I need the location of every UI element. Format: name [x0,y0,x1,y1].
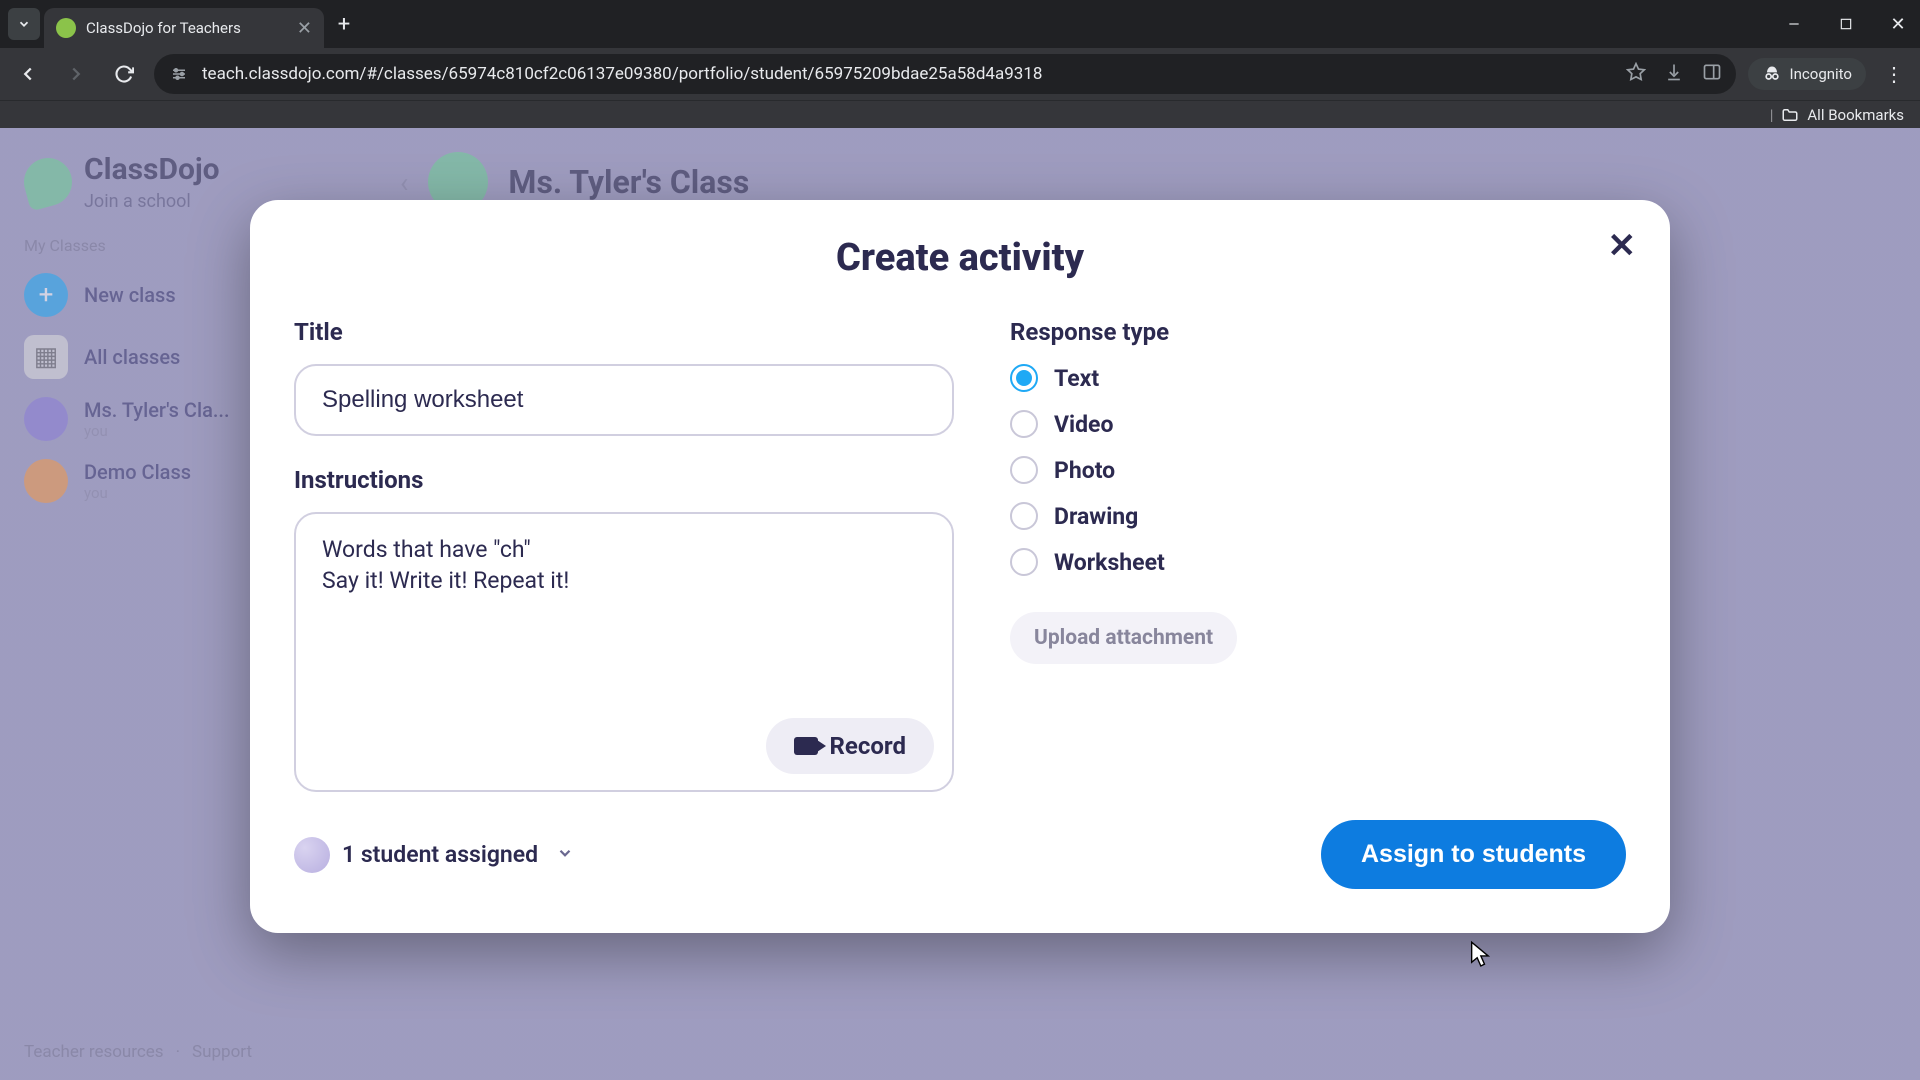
close-window-icon[interactable]: ✕ [1884,10,1912,38]
modal-title: Create activity [294,236,1626,280]
maximize-icon[interactable] [1832,10,1860,38]
response-option-drawing[interactable]: Drawing [1010,502,1626,530]
instructions-content: Words that have "ch" Say it! Write it! R… [322,534,926,596]
radio-label: Text [1054,365,1099,392]
response-option-worksheet[interactable]: Worksheet [1010,548,1626,576]
response-type-radiogroup: Text Video Photo Drawing Worksheet [1010,364,1626,576]
assign-to-students-button[interactable]: Assign to students [1321,820,1626,889]
instructions-field-label: Instructions [294,466,954,494]
reload-button[interactable] [106,56,142,92]
radio-icon [1010,364,1038,392]
title-field-label: Title [294,318,954,346]
radio-label: Photo [1054,457,1115,484]
assigned-count-label: 1 student assigned [342,841,538,868]
create-activity-modal: ✕ Create activity Title Instructions Wor… [250,200,1670,933]
assigned-students-dropdown[interactable]: 1 student assigned [294,837,574,873]
chevron-down-icon [556,843,574,867]
upload-attachment-button[interactable]: Upload attachment [1010,612,1237,664]
minimize-icon[interactable] [1780,10,1808,38]
sidepanel-icon[interactable] [1702,62,1722,86]
favicon-icon [56,18,76,38]
video-icon [794,737,818,755]
radio-label: Drawing [1054,503,1138,530]
incognito-label: Incognito [1790,65,1852,83]
response-option-text[interactable]: Text [1010,364,1626,392]
download-icon[interactable] [1664,62,1684,86]
close-modal-button[interactable]: ✕ [1608,226,1637,266]
modal-overlay: ✕ Create activity Title Instructions Wor… [0,128,1920,1080]
radio-icon [1010,456,1038,484]
new-tab-button[interactable]: + [328,8,360,40]
address-bar[interactable]: teach.classdojo.com/#/classes/65974c810c… [154,54,1736,94]
bookmark-star-icon[interactable] [1626,62,1646,86]
browser-tab[interactable]: ClassDojo for Teachers ✕ [44,8,324,48]
site-settings-icon[interactable] [168,63,190,85]
forward-button[interactable] [58,56,94,92]
incognito-indicator[interactable]: Incognito [1748,58,1866,90]
url-actions [1626,62,1722,86]
browser-chrome: ClassDojo for Teachers ✕ + ✕ tea [0,0,1920,128]
instructions-textarea[interactable]: Words that have "ch" Say it! Write it! R… [294,512,954,792]
folder-icon [1781,106,1799,124]
browser-toolbar: teach.classdojo.com/#/classes/65974c810c… [0,48,1920,100]
radio-icon [1010,410,1038,438]
url-text: teach.classdojo.com/#/classes/65974c810c… [202,64,1614,84]
response-type-label: Response type [1010,318,1626,346]
all-bookmarks-link[interactable]: All Bookmarks [1807,106,1904,124]
close-tab-icon[interactable]: ✕ [297,18,312,39]
tab-search-dropdown[interactable] [8,8,40,40]
radio-icon [1010,548,1038,576]
tab-title: ClassDojo for Teachers [86,19,287,37]
back-button[interactable] [10,56,46,92]
radio-label: Worksheet [1054,549,1165,576]
bookmarks-bar: | All Bookmarks [0,100,1920,128]
radio-icon [1010,502,1038,530]
student-avatar-icon [294,837,330,873]
radio-label: Video [1054,411,1113,438]
window-controls: ✕ [1780,10,1912,38]
tab-bar: ClassDojo for Teachers ✕ + ✕ [0,0,1920,48]
response-option-video[interactable]: Video [1010,410,1626,438]
activity-title-input[interactable] [294,364,954,436]
record-button[interactable]: Record [766,718,934,774]
response-option-photo[interactable]: Photo [1010,456,1626,484]
chrome-menu-icon[interactable]: ⋮ [1878,62,1910,86]
